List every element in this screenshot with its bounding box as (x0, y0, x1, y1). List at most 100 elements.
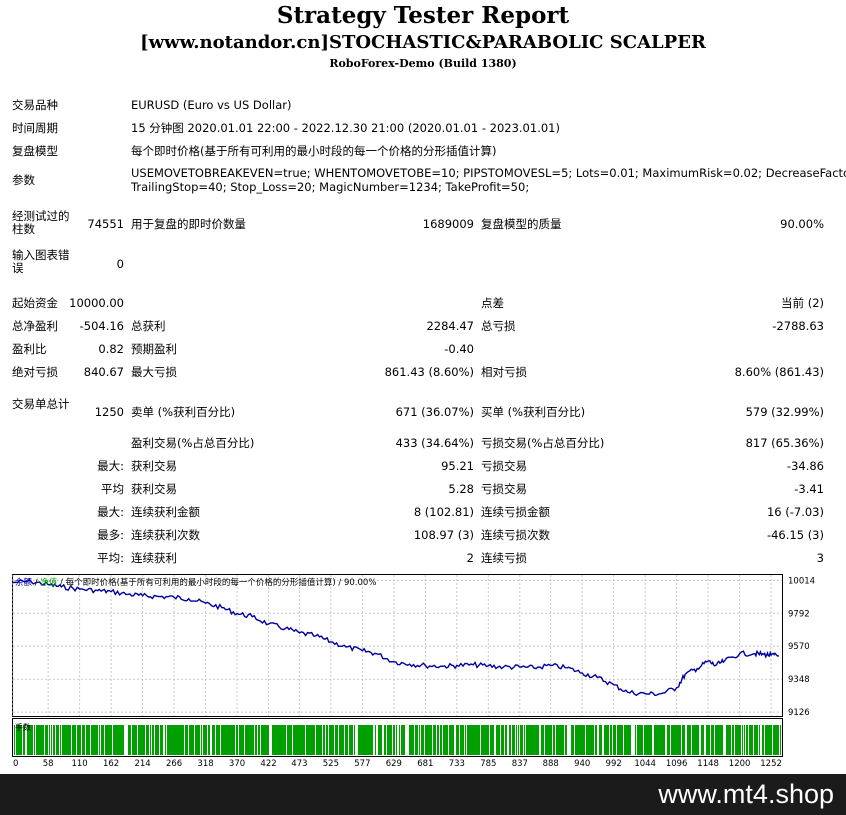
volume-bar (595, 725, 596, 755)
volume-bar (596, 725, 597, 755)
volume-bar (707, 725, 708, 755)
avg-consec-wins-value: 2 (466, 551, 474, 565)
volume-bar (285, 725, 286, 755)
y-tick-label: 9348 (788, 675, 810, 685)
x-tick-label: 1044 (634, 759, 656, 769)
volume-bar (102, 725, 103, 755)
volume-bar (746, 725, 747, 755)
volume-bar (468, 725, 469, 755)
volume-bar (647, 725, 648, 755)
period-label: 时间周期 (12, 121, 58, 135)
volume-bar (550, 725, 551, 755)
volume-bar (336, 725, 337, 755)
avg2-prefix: 平均: (97, 551, 124, 565)
volume-bar (756, 725, 757, 755)
volume-bar (243, 725, 244, 755)
volume-bar (304, 725, 305, 755)
volume-bar (645, 725, 646, 755)
volume-bar (204, 725, 205, 755)
volume-bar (172, 725, 173, 755)
volume-bar (562, 725, 563, 755)
volume-bar (471, 725, 472, 755)
volume-bar (648, 725, 649, 755)
volume-bar (390, 725, 391, 755)
volume-bar (625, 725, 626, 755)
volume-bar (732, 725, 733, 755)
volume-bar (615, 725, 616, 755)
volume-bar (663, 725, 664, 755)
volume-bar (47, 725, 48, 755)
volume-bar (415, 725, 416, 755)
volume-bar (473, 725, 474, 755)
volume-bar (75, 725, 76, 755)
volume-bar (187, 725, 188, 755)
volume-bar (713, 725, 714, 755)
volume-bar (128, 725, 129, 755)
volume-bar (422, 725, 423, 755)
volume-bar (170, 725, 171, 755)
volume-bar (548, 725, 549, 755)
volume-bar (43, 725, 44, 755)
volume-bar (384, 725, 385, 755)
absdd-label: 绝对亏损 (12, 365, 58, 379)
losstrades-label: 亏损交易(%占总百分比) (481, 436, 605, 450)
volume-bar (120, 725, 121, 755)
volume-bar (173, 725, 174, 755)
volume-bar (92, 725, 93, 755)
legend-balance: 余额 (15, 577, 33, 588)
volume-bar (108, 725, 109, 755)
quality-value: 90.00% (780, 217, 824, 231)
volume-bar (755, 725, 756, 755)
volume-bar (255, 725, 256, 755)
volume-bar (323, 725, 324, 755)
volume-bar (433, 725, 434, 755)
volume-bar (301, 725, 302, 755)
volume-bar (186, 725, 187, 755)
volume-bar (541, 725, 542, 755)
volume-bar (469, 725, 470, 755)
volume-bar (771, 725, 772, 755)
volume-bar (512, 725, 513, 755)
max-consec-losses-value: 16 (-7.03) (766, 505, 824, 519)
volume-bar (396, 725, 397, 755)
max-consec-losses-label: 连续亏损金额 (481, 505, 550, 519)
volume-bar (62, 725, 63, 755)
volume-bar (251, 725, 252, 755)
volume-bar (767, 725, 768, 755)
volume-bar (123, 725, 124, 755)
volume-bar (754, 725, 755, 755)
volume-bar (526, 725, 527, 755)
x-tick-label: 888 (543, 759, 559, 769)
volume-bar (720, 725, 721, 755)
largest-loss-value: -34.86 (786, 459, 824, 473)
volume-bar (774, 725, 775, 755)
volume-bar (302, 725, 303, 755)
most-consec-loss-value: -46.15 (3) (766, 528, 824, 542)
volume-bar (719, 725, 720, 755)
volume-bar (558, 725, 559, 755)
volume-bar (279, 725, 280, 755)
volume-bar (556, 725, 557, 755)
volume-bar (644, 725, 645, 755)
max-consec-wins-label: 连续获利金额 (131, 505, 200, 519)
volume-bar (491, 725, 492, 755)
volume-bar (502, 725, 503, 755)
x-tick-label: 629 (386, 759, 402, 769)
volume-bar (82, 725, 83, 755)
volume-bar (614, 725, 615, 755)
volume-bar (58, 725, 59, 755)
volume-bar (287, 725, 288, 755)
x-tick-label: 318 (197, 759, 213, 769)
volume-bar (115, 725, 116, 755)
volume-bar (752, 725, 753, 755)
volume-bar (492, 725, 493, 755)
volume-bar (218, 725, 219, 755)
volume-bar (94, 725, 95, 755)
volume-bar (702, 725, 703, 755)
losstrades-value: 817 (65.36%) (745, 436, 824, 450)
volume-bar (393, 725, 394, 755)
volume-bar (656, 725, 657, 755)
volume-bar (174, 725, 175, 755)
volume-bar (300, 725, 301, 755)
volume-bar (654, 725, 655, 755)
